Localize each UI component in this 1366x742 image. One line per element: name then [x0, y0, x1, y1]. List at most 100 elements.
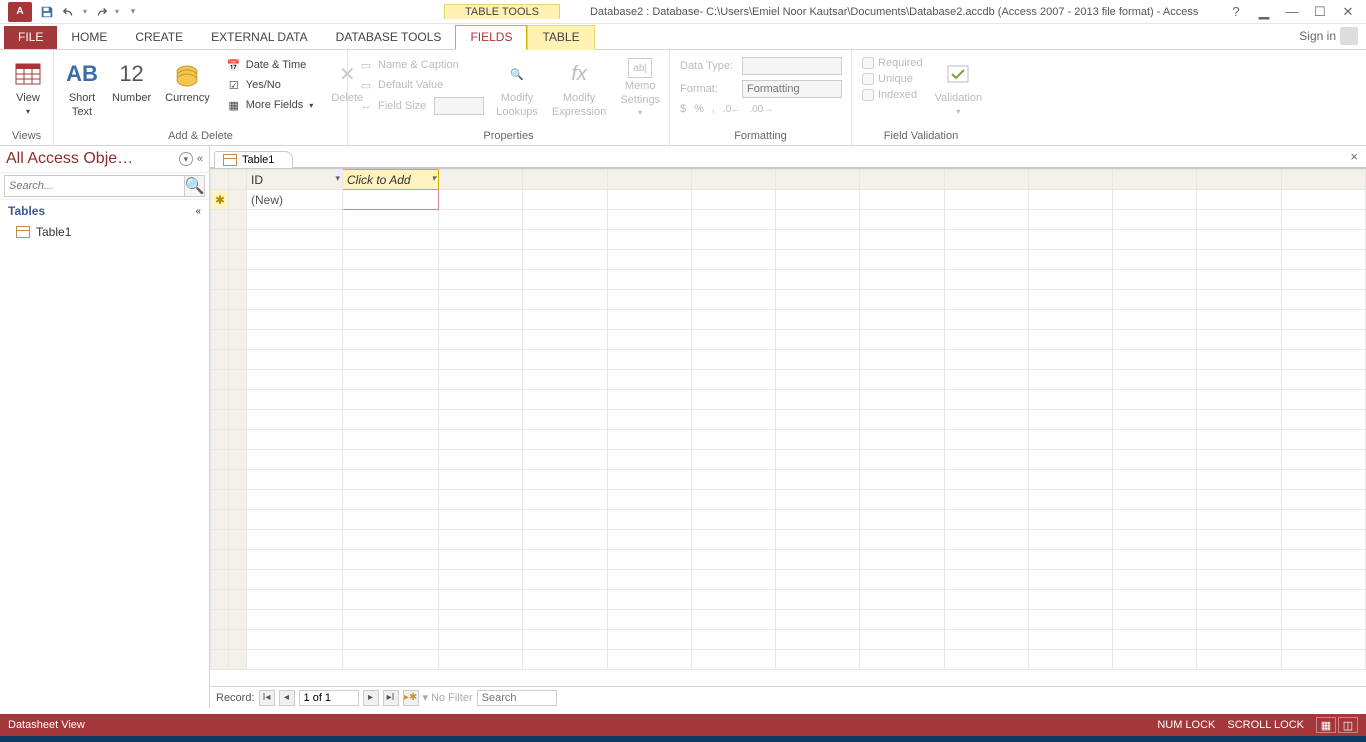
filter-icon: ▾ — [423, 691, 429, 704]
expand-row-icon[interactable] — [229, 190, 247, 210]
close-icon[interactable]: ✕ — [1336, 4, 1360, 20]
default-value-button: ▭Default Value — [356, 76, 486, 94]
currency-format-icon: $ — [680, 103, 686, 115]
group-add-delete-label: Add & Delete — [62, 128, 339, 145]
view-button[interactable]: View▾ — [8, 56, 48, 120]
qat-redo-more-icon[interactable]: ▾ — [112, 2, 122, 22]
nav-item-table1[interactable]: Table1 — [0, 222, 209, 242]
data-type-input — [742, 57, 842, 75]
record-next-icon[interactable]: ▸ — [363, 690, 379, 706]
number-button[interactable]: 12 Number — [108, 56, 155, 106]
maximize-icon[interactable]: ☐ — [1308, 4, 1332, 20]
no-filter-indicator[interactable]: ▾No Filter — [423, 691, 473, 704]
memo-settings-icon: ab| — [628, 58, 652, 78]
contextual-tab-title: TABLE TOOLS — [444, 4, 560, 19]
modify-expression-icon: fx — [563, 58, 595, 90]
memo-settings-button: ab| MemoSettings ▾ — [616, 56, 664, 121]
column-dropdown-icon[interactable]: ▾ — [431, 173, 436, 184]
date-time-button[interactable]: 📅Date & Time — [224, 56, 315, 74]
record-prev-icon[interactable]: ◂ — [279, 690, 295, 706]
ribbon-collapse-icon[interactable]: ▁ — [1252, 4, 1276, 20]
column-header-id[interactable]: ID▾ — [247, 170, 343, 190]
qat-undo-icon[interactable] — [58, 2, 80, 22]
cell-id-new[interactable]: (New) — [247, 190, 343, 210]
group-validation-label: Field Validation — [860, 128, 982, 145]
required-checkbox: Required — [860, 56, 925, 70]
group-properties-label: Properties — [356, 128, 661, 145]
qat-save-icon[interactable] — [36, 2, 58, 22]
select-all-cell[interactable] — [211, 170, 229, 190]
tab-create[interactable]: CREATE — [121, 26, 197, 49]
avatar-icon — [1340, 27, 1358, 45]
nav-category-tables[interactable]: Tables « — [0, 200, 209, 222]
qat-customize-icon[interactable]: ▾ — [122, 2, 144, 22]
help-icon[interactable]: ? — [1224, 4, 1248, 19]
nav-search-icon[interactable]: 🔍 — [185, 175, 205, 197]
record-new-icon[interactable]: ▸✱ — [403, 690, 419, 706]
new-record-selector[interactable]: ✱ — [211, 190, 229, 210]
table-icon — [223, 154, 237, 166]
active-cell[interactable] — [343, 190, 439, 210]
short-text-button[interactable]: AB ShortText — [62, 56, 102, 120]
currency-icon — [171, 58, 203, 90]
name-caption-icon: ▭ — [358, 57, 374, 73]
name-caption-button: ▭Name & Caption — [356, 56, 486, 74]
column-header-click-to-add[interactable]: Click to Add▾ — [343, 170, 439, 190]
decrease-decimals-icon: .00→ — [749, 104, 773, 115]
validation-icon — [942, 58, 974, 90]
qat-redo-icon[interactable] — [90, 2, 112, 22]
yes-no-icon: ☑ — [226, 77, 242, 93]
record-label: Record: — [216, 692, 255, 704]
document-tab-table1[interactable]: Table1 — [214, 151, 293, 168]
window-title: Database2 : Database- C:\Users\Emiel Noo… — [560, 6, 1224, 18]
sign-in-label: Sign in — [1299, 29, 1336, 43]
tab-fields[interactable]: FIELDS — [455, 25, 527, 50]
view-design-icon[interactable]: ◫ — [1338, 717, 1358, 733]
indexed-checkbox: Indexed — [860, 88, 925, 102]
number-icon: 12 — [116, 58, 148, 90]
nav-search-input[interactable] — [4, 175, 185, 197]
minimize-icon[interactable]: ― — [1280, 4, 1304, 19]
table-icon — [16, 226, 30, 238]
nav-pane-collapse-icon[interactable]: « — [197, 153, 203, 165]
format-row: Format: — [678, 79, 844, 99]
more-fields-icon: ▦ — [226, 97, 242, 113]
default-value-icon: ▭ — [358, 77, 374, 93]
expand-header — [229, 170, 247, 190]
yes-no-button[interactable]: ☑Yes/No — [224, 76, 315, 94]
more-fields-button[interactable]: ▦More Fields▾ — [224, 96, 315, 114]
tab-table[interactable]: TABLE — [527, 25, 594, 50]
status-scrolllock: SCROLL LOCK — [1227, 719, 1304, 731]
tab-home[interactable]: HOME — [57, 26, 121, 49]
sign-in[interactable]: Sign in — [1291, 23, 1366, 49]
modify-expression-button: fx ModifyExpression — [548, 56, 610, 120]
datasheet-view-icon — [12, 58, 44, 90]
group-views-label: Views — [8, 128, 45, 145]
short-text-icon: AB — [66, 58, 98, 90]
column-dropdown-icon[interactable]: ▾ — [335, 173, 340, 184]
document-close-icon[interactable]: × — [1350, 149, 1358, 164]
increase-decimals-icon: .0← — [723, 104, 741, 115]
validation-button: Validation▾ — [931, 56, 987, 120]
unique-checkbox: Unique — [860, 72, 925, 86]
qat-undo-more-icon[interactable]: ▾ — [80, 2, 90, 22]
nav-pane-menu-icon[interactable]: ▾ — [179, 152, 193, 166]
record-position-input[interactable] — [299, 690, 359, 706]
tab-file[interactable]: FILE — [4, 26, 57, 49]
tab-external-data[interactable]: EXTERNAL DATA — [197, 26, 321, 49]
view-datasheet-icon[interactable]: ▦ — [1316, 717, 1336, 733]
currency-button[interactable]: Currency — [161, 56, 214, 106]
record-first-icon[interactable]: I◂ — [259, 690, 275, 706]
tab-database-tools[interactable]: DATABASE TOOLS — [322, 26, 456, 49]
modify-lookups-icon: 🔍 — [501, 58, 533, 90]
nav-category-collapse-icon[interactable]: « — [195, 206, 201, 217]
record-last-icon[interactable]: ▸I — [383, 690, 399, 706]
status-numlock: NUM LOCK — [1157, 719, 1215, 731]
modify-lookups-button: 🔍 ModifyLookups — [492, 56, 542, 120]
field-size-button: ↔Field Size — [356, 96, 486, 116]
nav-pane-title[interactable]: All Access Obje… — [6, 150, 175, 168]
record-search-input[interactable] — [477, 690, 557, 706]
percent-format-icon: % — [694, 103, 704, 115]
access-app-icon: A — [8, 2, 32, 22]
field-size-icon: ↔ — [358, 98, 374, 114]
